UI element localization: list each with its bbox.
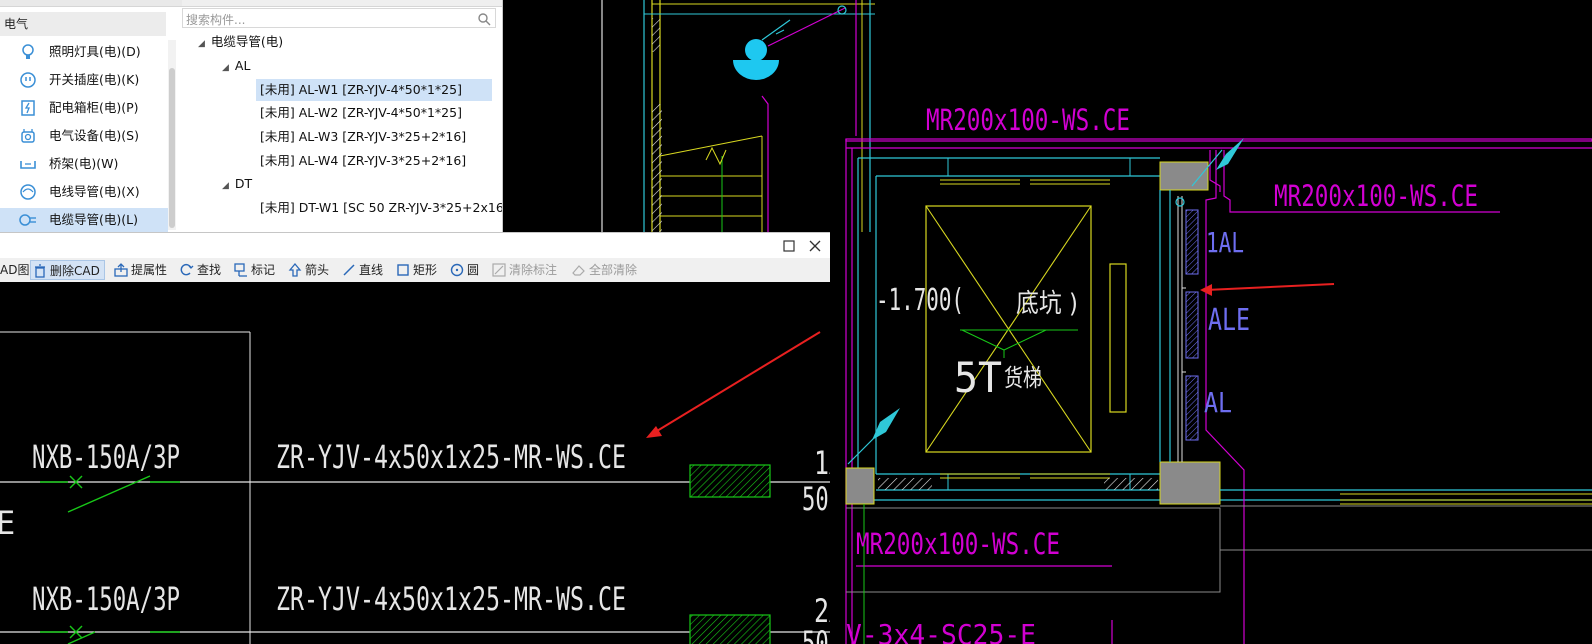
cable-label-1: ZR-YJV-4x50x1x25-MR-WS.CE — [276, 438, 626, 476]
cable-label-2: ZR-YJV-4x50x1x25-MR-WS.CE — [276, 580, 626, 618]
circle-icon — [450, 263, 464, 276]
cad-drawing-view[interactable]: NXB-150A/3P ZR-YJV-4x50x1x25-MR-WS.CE NX… — [0, 282, 830, 644]
tree-item-al-w1[interactable]: [未用] AL-W1 [ZR-YJV-4*50*1*25] — [256, 79, 492, 101]
feeder-rating-2: 50k — [802, 624, 830, 644]
clear-mark-button[interactable]: 清除标注 — [492, 260, 557, 280]
close-icon[interactable] — [808, 239, 822, 253]
elevator-capacity-label: 5T — [954, 353, 1002, 402]
category-item-cable-tray[interactable]: 桥架(电)(W) — [0, 152, 168, 176]
electric-device-icon — [21, 129, 35, 143]
category-scrollbar[interactable] — [168, 40, 176, 230]
tree-node-root[interactable]: ◢ 电缆导管(电) — [198, 31, 283, 53]
component-category-panel: 电气 照明灯具(电)(D) 开关插座(电)(K) 配电箱柜(电)(P) 电气设备… — [0, 0, 183, 232]
rectangle-button[interactable]: 矩形 — [396, 260, 437, 280]
pit-label: 底坑 ) — [1016, 289, 1078, 319]
trash-icon — [35, 263, 45, 278]
mark-icon — [234, 262, 247, 277]
category-item-label: 电线导管(电)(X) — [49, 184, 140, 199]
cad-dialog-titlebar — [0, 232, 830, 259]
category-item-label: 电气设备(电)(S) — [49, 128, 139, 143]
rect-icon — [397, 263, 409, 276]
collapse-icon[interactable]: ◢ — [198, 33, 205, 55]
search-icon[interactable] — [477, 12, 491, 26]
cad-view-button[interactable]: AD图 — [0, 260, 29, 280]
category-item-label: 桥架(电)(W) — [49, 156, 119, 171]
find-icon — [180, 263, 194, 275]
category-item-label: 配电箱柜(电)(P) — [49, 100, 139, 115]
arrow-icon — [288, 262, 302, 277]
feeder-rating-1: 50k — [802, 480, 830, 518]
collapse-icon[interactable]: ◢ — [222, 57, 229, 79]
category-item-lighting[interactable]: 照明灯具(电)(D) — [0, 40, 168, 64]
cable-tray-icon — [20, 161, 36, 169]
line-button[interactable]: 直线 — [342, 260, 383, 280]
tree-item-dt-w1[interactable]: [未用] DT-W1 [SC 50 ZR-YJV-3*25+2x16] — [260, 197, 502, 219]
panel-al-label: AL — [1204, 386, 1232, 419]
category-item-wire-conduit[interactable]: 电线导管(电)(X) — [0, 180, 168, 204]
tray-label-right: MR200x100-WS.CE — [1274, 179, 1478, 213]
category-item-label: 开关插座(电)(K) — [49, 72, 140, 87]
component-tree-panel: 搜索构件... ◢ 电缆导管(电) ◢ AL [未用] AL-W1 [ZR-YJV-… — [182, 0, 503, 232]
collapse-icon[interactable]: ◢ — [222, 175, 229, 197]
circle-button[interactable]: 圆 — [450, 260, 479, 280]
tree-item-al-w3[interactable]: [未用] AL-W3 [ZR-YJV-3*25+2*16] — [260, 126, 466, 148]
feeder-tag-1: 1A — [814, 444, 830, 482]
tree-item-al-w2[interactable]: [未用] AL-W2 [ZR-YJV-4*50*1*25] — [260, 102, 462, 124]
tree-item-al-w4[interactable]: [未用] AL-W4 [ZR-YJV-3*25+2*16] — [260, 150, 466, 172]
socket-icon — [20, 72, 36, 88]
tray-label-bottom: MR200x100-WS.CE — [856, 527, 1060, 561]
light-bulb-icon — [22, 44, 34, 59]
category-item-cable-conduit[interactable]: 电缆导管(电)(L) — [0, 208, 168, 232]
panel-tab-strip — [182, 0, 502, 7]
bottom-cable-label: V-3x4-SC25-E — [846, 618, 1036, 644]
tray-label-top: MR200x100-WS.CE — [926, 103, 1130, 137]
wire-conduit-icon — [20, 184, 36, 200]
clear-all-button[interactable]: 全部清除 — [572, 260, 637, 280]
elevation-label: -1.700( — [876, 283, 964, 318]
category-item-label: 照明灯具(电)(D) — [49, 44, 141, 59]
panel-ale-label: ALE — [1208, 303, 1250, 338]
category-item-electric-device[interactable]: 电气设备(电)(S) — [0, 124, 168, 148]
extract-icon — [114, 262, 128, 277]
distribution-box-icon — [21, 100, 35, 116]
extract-attribute-button[interactable]: 提属性 — [114, 260, 167, 280]
category-header-electrical[interactable]: 电气 — [0, 12, 166, 36]
delete-cad-button[interactable]: 删除CAD — [30, 260, 105, 280]
category-item-distribution-box[interactable]: 配电箱柜(电)(P) — [0, 96, 168, 120]
search-placeholder: 搜索构件... — [186, 13, 246, 27]
find-button[interactable]: 查找 — [180, 260, 221, 280]
arrow-button[interactable]: 箭头 — [288, 260, 329, 280]
scrollbar-thumb[interactable] — [169, 68, 175, 228]
panel-1al-label: 1AL — [1206, 226, 1244, 259]
tree-node-group-al[interactable]: ◢ AL — [222, 55, 250, 77]
breaker-label-1: NXB-150A/3P — [32, 438, 180, 476]
red-arrow-annotation — [1200, 283, 1335, 296]
elevator-type-label: 货梯 — [1004, 364, 1042, 392]
stair-structure — [601, 0, 875, 232]
component-search-input[interactable]: 搜索构件... — [182, 8, 496, 28]
tree-node-group-dt[interactable]: ◢ DT — [222, 173, 252, 195]
eraser-icon — [572, 264, 585, 276]
mark-button[interactable]: 标记 — [234, 260, 275, 280]
line-icon — [343, 263, 355, 276]
clear-mark-icon — [492, 262, 506, 277]
maximize-icon[interactable] — [782, 239, 796, 253]
category-item-label: 电缆导管(电)(L) — [49, 212, 138, 227]
panel-tab-strip — [0, 0, 182, 7]
breaker-label-2: NXB-150A/3P — [32, 580, 180, 618]
category-item-switch-socket[interactable]: 开关插座(电)(K) — [0, 68, 168, 92]
cad-toolbar: AD图 删除CAD 提属性 查找 标记 箭头 直线 矩形 圆 清除标注 全部清除 — [0, 258, 830, 283]
light-fixture-icon — [733, 39, 779, 80]
cut-off-label: E — [0, 504, 15, 542]
cable-conduit-icon — [19, 214, 36, 226]
